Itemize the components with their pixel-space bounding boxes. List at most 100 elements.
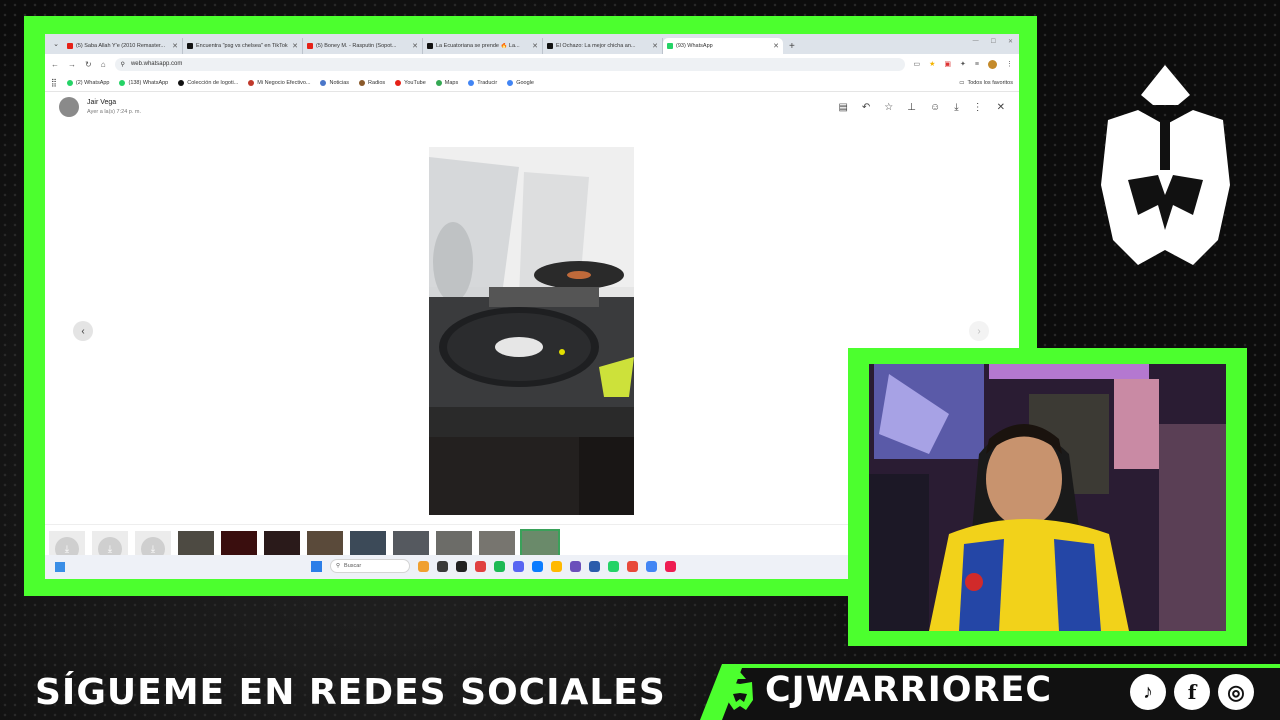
browser-tab[interactable]: El Ochazo: La mejor chicha an... ✕ bbox=[543, 38, 663, 54]
bookmark-label: Google bbox=[516, 79, 534, 86]
chat-icon[interactable]: ▤ bbox=[838, 102, 847, 113]
browser-tab[interactable]: (93) WhatsApp ✕ bbox=[663, 38, 783, 54]
taskbar-app-icon[interactable] bbox=[494, 560, 505, 572]
back-icon[interactable]: ← bbox=[51, 60, 59, 69]
all-bookmarks[interactable]: ▭ Todos los favoritos bbox=[959, 80, 1013, 86]
reload-icon[interactable]: ↻ bbox=[85, 60, 92, 69]
address-input[interactable]: ⚲ web.whatsapp.com bbox=[114, 57, 905, 71]
taskbar-app-icon[interactable] bbox=[456, 560, 467, 572]
maximize-icon[interactable]: ☐ bbox=[991, 38, 996, 45]
taskbar-search[interactable]: ⚲ Buscar bbox=[330, 559, 410, 573]
tab-close-icon[interactable]: ✕ bbox=[773, 42, 779, 50]
tiktok-icon[interactable]: ♪ bbox=[1130, 674, 1166, 710]
tab-close-icon[interactable]: ✕ bbox=[652, 42, 658, 50]
taskbar-app-icon[interactable] bbox=[646, 560, 657, 572]
warrior-helmet-logo bbox=[1101, 65, 1230, 265]
home-icon[interactable]: ⌂ bbox=[101, 60, 106, 69]
taskbar-center: ⚲ Buscar bbox=[311, 559, 676, 573]
bookmark-item[interactable]: Traducir bbox=[468, 79, 498, 86]
emoji-icon[interactable]: ☺ bbox=[930, 102, 940, 113]
bookmark-item[interactable]: (2) WhatsApp bbox=[66, 79, 109, 86]
bookmark-item[interactable]: (138) WhatsApp bbox=[119, 79, 169, 86]
instagram-icon[interactable]: ◎ bbox=[1218, 674, 1254, 710]
close-window-icon[interactable]: ✕ bbox=[1008, 38, 1013, 45]
bookmark-label: Colección de logoti... bbox=[187, 79, 239, 86]
taskbar-app-icon[interactable] bbox=[608, 560, 619, 572]
more-icon[interactable]: ⋮ bbox=[973, 102, 983, 113]
tab-favicon-icon bbox=[67, 43, 73, 49]
tab-close-icon[interactable]: ✕ bbox=[292, 42, 298, 50]
widgets-icon[interactable] bbox=[55, 562, 65, 572]
browser-tab[interactable]: (5) Saba Allah Y'e (2010 Remaster... ✕ bbox=[63, 38, 183, 54]
bookmark-label: (138) WhatsApp bbox=[128, 79, 169, 86]
tab-favicon-icon bbox=[427, 43, 433, 49]
browser-tab[interactable]: La Ecuatoriana se prende 🔥 La... ✕ bbox=[423, 38, 543, 54]
profile-avatar[interactable] bbox=[988, 59, 997, 69]
bookmark-item[interactable]: Colección de logoti... bbox=[178, 79, 239, 86]
browser-tab[interactable]: Encuentra "psg vs chelsea" en TikTok ✕ bbox=[183, 38, 303, 54]
extensions-puzzle-icon[interactable]: ✦ bbox=[960, 60, 966, 68]
tab-close-icon[interactable]: ✕ bbox=[532, 42, 538, 50]
taskbar-app-icon[interactable] bbox=[589, 560, 600, 572]
minimize-icon[interactable]: — bbox=[973, 38, 979, 45]
sender-info: Jair Vega Ayer a la(s) 7:24 p. m. bbox=[87, 99, 141, 115]
bookmark-item[interactable]: Radios bbox=[359, 79, 385, 86]
browser-tab[interactable]: (5) Boney M. - Rasputin (Sopot... ✕ bbox=[303, 38, 423, 54]
taskbar-app-icon[interactable] bbox=[627, 560, 638, 572]
bookmark-favicon-icon bbox=[435, 79, 442, 86]
bookmark-label: Traducir bbox=[477, 79, 498, 86]
taskbar-app-icon[interactable] bbox=[437, 560, 448, 572]
download-icon[interactable]: ⤓ bbox=[954, 102, 958, 113]
menu-icon[interactable]: ⋮ bbox=[1006, 60, 1013, 68]
close-icon[interactable]: ✕ bbox=[997, 102, 1005, 113]
taskbar-app-icon[interactable] bbox=[475, 560, 486, 572]
new-tab-button[interactable]: + bbox=[783, 38, 801, 54]
taskbar-app-icon[interactable] bbox=[551, 560, 562, 572]
bookmark-item[interactable]: Google bbox=[507, 79, 534, 86]
tab-title: (5) Boney M. - Rasputin (Sopot... bbox=[316, 43, 397, 49]
channel-handle: CJWARRIOREC bbox=[765, 670, 1053, 710]
extension-icon[interactable]: ▣ bbox=[944, 60, 951, 68]
next-media-button[interactable]: › bbox=[969, 321, 989, 341]
all-bookmarks-label: Todos los favoritos bbox=[967, 79, 1013, 86]
reply-icon[interactable]: ↶ bbox=[862, 102, 870, 113]
previous-media-button[interactable]: ‹ bbox=[73, 321, 93, 341]
bookmark-favicon-icon bbox=[468, 79, 475, 86]
star-icon[interactable]: ☆ bbox=[884, 102, 893, 113]
tab-title: El Ochazo: La mejor chicha an... bbox=[556, 43, 636, 49]
tab-favicon-icon bbox=[547, 43, 553, 49]
forward-icon[interactable]: → bbox=[68, 60, 76, 69]
bookmark-item[interactable]: Noticias bbox=[320, 79, 349, 86]
site-info-icon[interactable]: ⚲ bbox=[121, 61, 125, 68]
folder-icon: ▭ bbox=[959, 79, 965, 86]
avatar[interactable] bbox=[59, 97, 79, 117]
taskbar-app-icon[interactable] bbox=[570, 560, 581, 572]
taskbar-app-icon[interactable] bbox=[665, 560, 676, 572]
address-bar-row: ← → ↻ ⌂ ⚲ web.whatsapp.com ▭ ★ ▣ ✦ ≡ ⋮ bbox=[45, 54, 1019, 74]
bookmark-item[interactable]: Mi Negocio Efectivo... bbox=[248, 79, 310, 86]
url-text: web.whatsapp.com bbox=[130, 61, 183, 67]
bookmarks-bar: ⣿ (2) WhatsApp (138) WhatsApp Colección de… bbox=[45, 74, 1019, 92]
bookmark-item[interactable]: YouTube bbox=[395, 79, 426, 86]
tab-close-icon[interactable]: ✕ bbox=[172, 42, 178, 50]
taskbar-app-icon[interactable] bbox=[418, 560, 429, 572]
bookmark-favicon-icon bbox=[66, 79, 73, 86]
facebook-icon[interactable]: f bbox=[1174, 674, 1210, 710]
tab-search-icon[interactable]: ⌄ bbox=[49, 34, 63, 54]
apps-grid-icon[interactable]: ⣿ bbox=[51, 78, 57, 87]
media-icon[interactable]: ≡ bbox=[975, 61, 979, 68]
taskbar-app-icon[interactable] bbox=[532, 560, 543, 572]
tab-favicon-icon bbox=[667, 43, 673, 49]
tab-title: (5) Saba Allah Y'e (2010 Remaster... bbox=[76, 43, 165, 49]
bookmark-star-icon[interactable]: ★ bbox=[929, 60, 935, 68]
taskbar-app-icon[interactable] bbox=[513, 560, 524, 572]
install-icon[interactable]: ▭ bbox=[914, 60, 921, 68]
bookmark-favicon-icon bbox=[359, 79, 366, 86]
pin-icon[interactable]: ⊥ bbox=[907, 102, 916, 113]
bookmark-item[interactable]: Maps bbox=[435, 79, 458, 86]
bookmark-favicon-icon bbox=[320, 79, 327, 86]
sender-name: Jair Vega bbox=[87, 99, 117, 106]
start-icon[interactable] bbox=[311, 560, 322, 572]
tab-close-icon[interactable]: ✕ bbox=[412, 42, 418, 50]
turntable-image bbox=[429, 147, 634, 515]
